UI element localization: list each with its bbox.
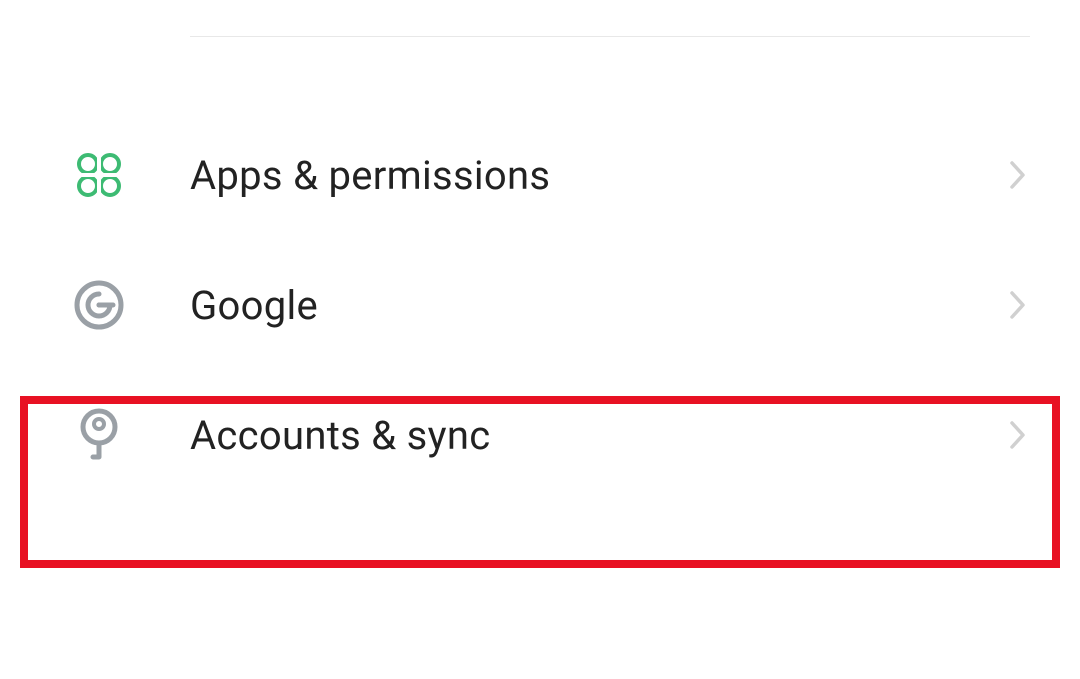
divider — [190, 36, 1030, 37]
settings-item-google[interactable]: Google — [0, 240, 1080, 370]
apps-permissions-icon — [70, 146, 128, 204]
settings-item-accounts-sync[interactable]: Accounts & sync — [0, 370, 1080, 500]
settings-list: Apps & permissions Google — [0, 110, 1080, 500]
google-icon — [70, 276, 128, 334]
settings-item-apps-permissions[interactable]: Apps & permissions — [0, 110, 1080, 240]
settings-item-label: Accounts & sync — [190, 412, 490, 459]
chevron-right-icon — [1006, 423, 1030, 447]
settings-item-label: Google — [190, 282, 318, 329]
chevron-right-icon — [1006, 293, 1030, 317]
chevron-right-icon — [1006, 163, 1030, 187]
settings-item-label: Apps & permissions — [190, 152, 550, 199]
key-icon — [70, 406, 128, 464]
